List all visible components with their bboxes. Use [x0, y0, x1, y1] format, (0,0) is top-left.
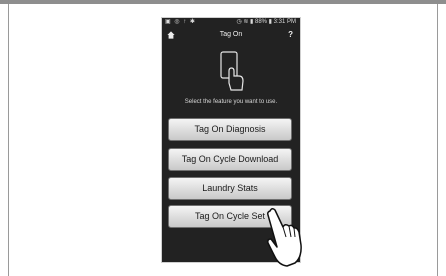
title-bar: Tag On ?: [162, 28, 300, 42]
laundry-stats-button[interactable]: Laundry Stats: [168, 177, 292, 200]
tag-on-cycle-download-button[interactable]: Tag On Cycle Download: [168, 148, 292, 171]
instruction-text: Select the feature you want to use.: [184, 99, 278, 105]
tag-on-diagnosis-button[interactable]: Tag On Diagnosis: [168, 118, 292, 141]
frame-border-right: [437, 4, 438, 276]
tag-on-phone-icon: [220, 51, 244, 91]
page-title: Tag On: [219, 31, 243, 38]
frame-border-left: [8, 4, 9, 276]
help-icon[interactable]: ?: [288, 30, 293, 39]
status-bar: ▣ ◎ ↑ ✱ ◷ ≋ ▮ 88% ▮ 3:31 PM: [162, 18, 300, 27]
pointing-hand-icon: [267, 207, 302, 267]
status-icons-left: ▣ ◎ ↑ ✱: [165, 19, 196, 25]
frame-border-top: [0, 0, 446, 4]
status-icons-right: ◷ ≋ ▮ 88% ▮ 3:31 PM: [236, 19, 296, 25]
